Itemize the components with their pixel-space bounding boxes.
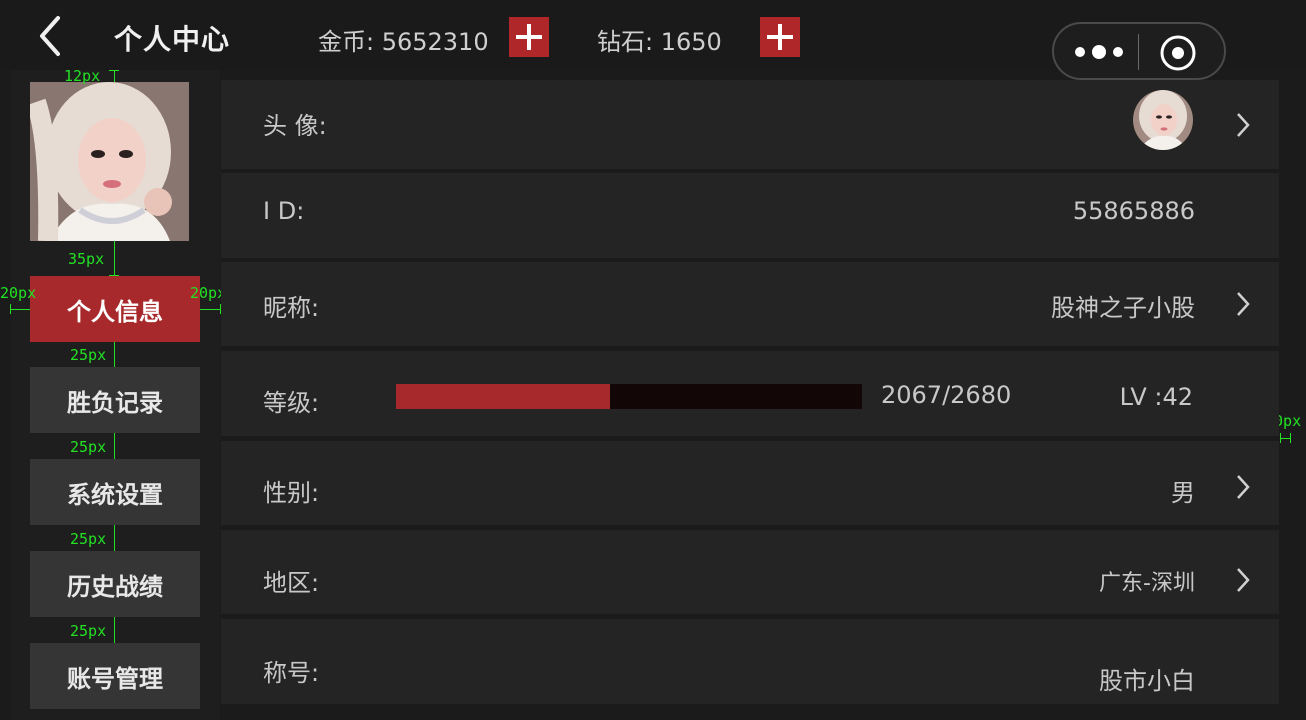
page-title: 个人中心 — [114, 23, 231, 56]
level-value: LV :42 — [1119, 383, 1193, 411]
profile-row-id: I D: 55865886 — [221, 173, 1279, 258]
close-target-icon[interactable] — [1160, 35, 1196, 71]
dimension-label: 20px — [0, 284, 37, 302]
dimension-line — [114, 433, 115, 459]
dimension-tick — [109, 70, 119, 71]
sidebar-item-settings[interactable]: 系统设置 — [30, 459, 200, 525]
sidebar-item-match-record[interactable]: 胜负记录 — [30, 367, 200, 433]
dimension-line — [1280, 438, 1290, 439]
add-coins-button[interactable] — [509, 17, 549, 57]
profile-row-title: 称号: 股市小白 — [221, 619, 1279, 704]
row-label: 性别: — [263, 479, 320, 507]
dimension-tick — [1280, 433, 1281, 443]
coins-balance: 金币: 5652310 — [318, 28, 489, 56]
sidebar-item-history[interactable]: 历史战绩 — [30, 551, 200, 617]
row-label: 头 像: — [263, 112, 327, 140]
plus-icon — [767, 24, 793, 50]
dimension-line — [114, 342, 115, 367]
dimension-label: 25px — [70, 530, 107, 548]
row-label: 等级: — [263, 389, 320, 417]
dimension-label: 25px — [70, 438, 107, 456]
profile-row-nickname[interactable]: 昵称: 股神之子小股 — [221, 262, 1279, 346]
row-label: I D: — [263, 197, 305, 225]
level-progress-bar — [396, 384, 862, 409]
avatar — [26, 82, 189, 242]
row-label: 昵称: — [263, 294, 320, 322]
chevron-right-icon[interactable] — [1233, 472, 1253, 502]
dimension-line — [200, 309, 220, 310]
capsule-divider — [1138, 34, 1139, 70]
profile-row-region[interactable]: 地区: 广东-深圳 — [221, 530, 1279, 614]
dimension-line — [114, 617, 115, 643]
profile-row-gender[interactable]: 性别: 男 — [221, 441, 1279, 525]
back-arrow-icon[interactable] — [36, 14, 66, 58]
row-label: 称号: — [263, 659, 320, 687]
row-label: 地区: — [263, 569, 320, 597]
chevron-right-icon[interactable] — [1233, 110, 1253, 140]
dimension-label: 25px — [70, 346, 107, 364]
nickname-value: 股神之子小股 — [1051, 294, 1195, 322]
level-progress-text: 2067/2680 — [881, 381, 1012, 409]
dimension-tick — [109, 275, 119, 276]
chevron-right-icon[interactable] — [1233, 289, 1253, 319]
dimension-label: 35px — [68, 250, 105, 268]
sidebar-item-account[interactable]: 账号管理 — [30, 643, 200, 709]
profile-row-level: 等级: 2067/2680 LV :42 — [221, 351, 1279, 436]
dimension-line — [114, 525, 115, 551]
level-progress-fill — [396, 384, 611, 409]
chevron-right-icon[interactable] — [1233, 565, 1253, 595]
dimension-line — [114, 70, 115, 82]
region-value: 广东-深圳 — [1099, 571, 1195, 596]
gender-value: 男 — [1171, 479, 1195, 507]
more-dots-icon[interactable] — [1072, 41, 1132, 63]
user-id-value: 55865886 — [1072, 197, 1195, 225]
dimension-line — [114, 241, 115, 276]
dimension-tick — [1290, 433, 1291, 443]
title-value: 股市小白 — [1099, 667, 1195, 695]
avatar — [1133, 90, 1193, 150]
dimension-label: 25px — [70, 622, 107, 640]
dimension-label: 12px — [64, 67, 101, 85]
add-diamonds-button[interactable] — [760, 17, 800, 57]
sidebar-item-profile[interactable]: 个人信息 — [30, 276, 200, 342]
miniprogram-capsule — [1052, 22, 1226, 80]
dimension-line — [10, 309, 30, 310]
diamonds-balance: 钻石: 1650 — [597, 28, 722, 56]
dimension-tick — [10, 304, 11, 314]
header-bar: 个人中心 金币: 5652310 钻石: 1650 — [0, 0, 1306, 80]
profile-row-avatar[interactable]: 头 像: — [221, 80, 1279, 169]
plus-icon — [516, 24, 542, 50]
